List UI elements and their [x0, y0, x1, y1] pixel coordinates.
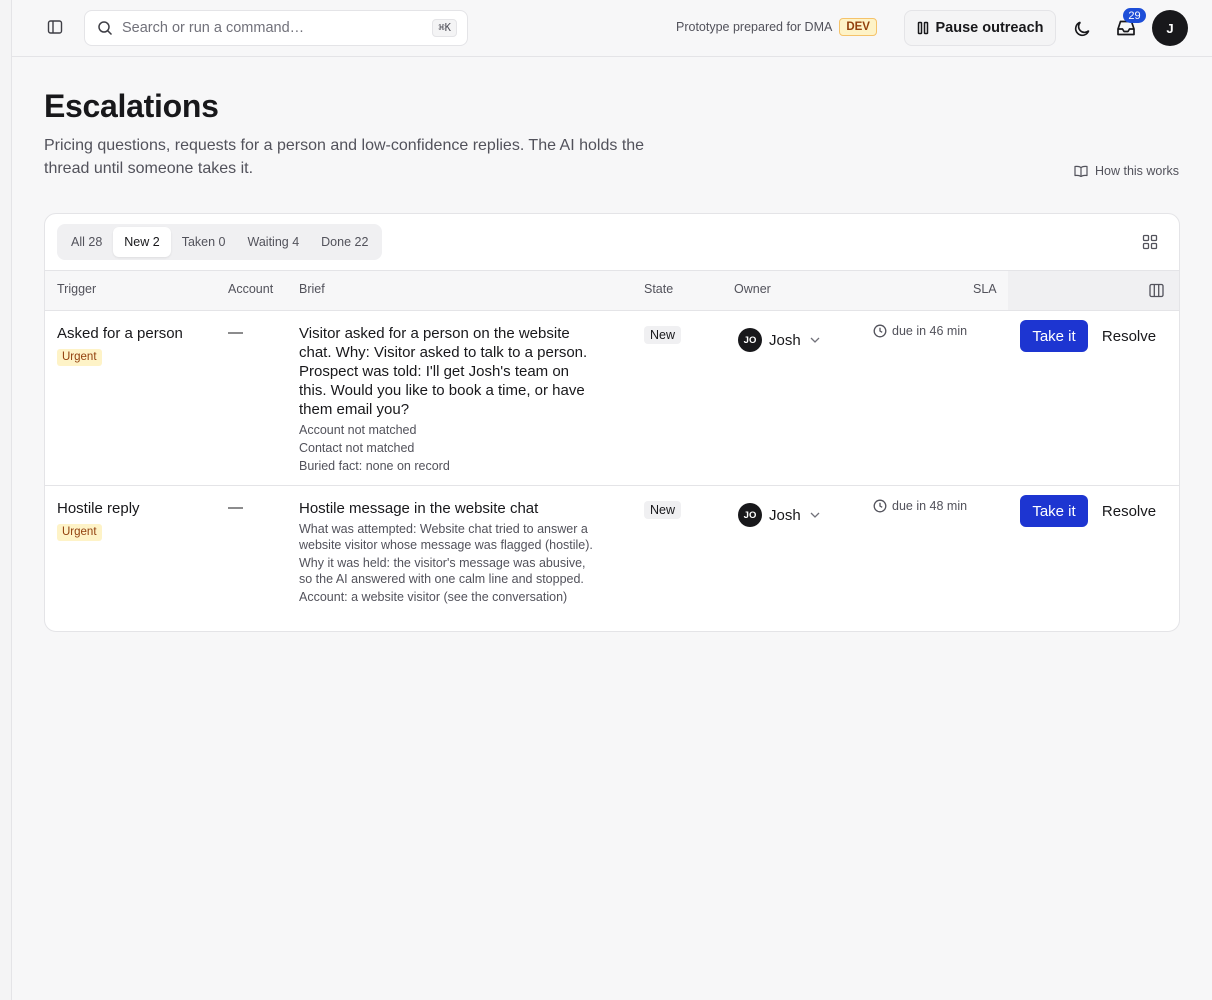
- left-rail: [0, 0, 12, 1000]
- pause-outreach-button[interactable]: Pause outreach: [904, 10, 1056, 46]
- row-sla: due in 48 min: [873, 499, 967, 513]
- how-this-works-link[interactable]: How this works: [1074, 164, 1179, 178]
- search-input[interactable]: [122, 20, 433, 36]
- urgent-badge: Urgent: [57, 349, 102, 366]
- row-trigger: Asked for a person Urgent: [57, 324, 197, 366]
- tab-all[interactable]: All 28: [60, 227, 113, 257]
- tab-taken[interactable]: Taken 0: [171, 227, 237, 257]
- escalations-card: All 28 New 2 Taken 0 Waiting 4 Done 22 T…: [44, 213, 1180, 632]
- brief-detail: Contact not matched: [299, 441, 415, 455]
- trigger-text: Hostile reply: [57, 500, 140, 517]
- sla-text: due in 46 min: [892, 324, 968, 338]
- brief-detail: Why it was held: the visitor's message w…: [299, 556, 586, 586]
- state-badge: New: [644, 326, 682, 344]
- search-shortcut: ⌘K: [432, 19, 457, 37]
- how-this-works-label: How this works: [1095, 164, 1180, 178]
- tab-done[interactable]: Done 22: [310, 227, 379, 257]
- owner-select[interactable]: JO Josh: [738, 503, 820, 527]
- clock-icon: [873, 499, 887, 513]
- page-subtitle: Pricing questions, requests for a person…: [44, 137, 645, 177]
- urgent-badge: Urgent: [57, 524, 102, 541]
- state-badge: New: [644, 501, 682, 519]
- inbox-count-badge: 29: [1123, 8, 1146, 23]
- prototype-note: Prototype prepared for DMA DEV: [676, 18, 877, 36]
- brief-text: Visitor asked for a person on the websit…: [299, 325, 588, 418]
- owner-avatar: JO: [738, 328, 762, 352]
- status-tabs: All 28 New 2 Taken 0 Waiting 4 Done 22: [57, 224, 383, 260]
- clock-icon: [873, 324, 887, 338]
- moon-icon[interactable]: [1070, 16, 1094, 40]
- user-avatar[interactable]: J: [1152, 10, 1188, 46]
- table-row: Asked for a person Urgent — Visitor aske…: [45, 311, 1179, 486]
- columns-icon[interactable]: [1149, 283, 1166, 300]
- brief-detail: Buried fact: none on record: [299, 459, 450, 473]
- search-icon: [97, 20, 113, 36]
- tab-waiting[interactable]: Waiting 4: [237, 227, 311, 257]
- owner-name: Josh: [769, 506, 801, 524]
- resolve-button[interactable]: Resolve: [1097, 495, 1161, 527]
- row-brief: Visitor asked for a person on the websit…: [299, 324, 595, 474]
- sidebar-toggle-icon[interactable]: [44, 16, 66, 38]
- header-brief: Brief: [299, 282, 325, 296]
- header-trigger: Trigger: [57, 282, 97, 296]
- topbar: ⌘K Prototype prepared for DMA DEV Pause …: [12, 0, 1212, 57]
- pause-icon: [917, 21, 929, 35]
- table-row: Hostile reply Urgent — Hostile message i…: [45, 486, 1179, 631]
- resolve-button[interactable]: Resolve: [1097, 320, 1161, 352]
- owner-select[interactable]: JO Josh: [738, 328, 820, 352]
- book-icon: [1074, 165, 1088, 177]
- take-it-button[interactable]: Take it: [1020, 320, 1088, 352]
- prototype-note-text: Prototype prepared for DMA: [676, 20, 833, 34]
- header-owner: Owner: [734, 282, 771, 296]
- env-badge: DEV: [839, 18, 877, 36]
- grid-view-icon[interactable]: [1142, 234, 1160, 252]
- take-it-button[interactable]: Take it: [1020, 495, 1088, 527]
- page-title: Escalations: [44, 88, 219, 124]
- trigger-text: Asked for a person: [57, 325, 183, 342]
- chevron-down-icon: [810, 512, 820, 518]
- row-trigger: Hostile reply Urgent: [57, 499, 197, 541]
- brief-detail: Account: a website visitor (see the conv…: [299, 590, 568, 604]
- header-state: State: [644, 282, 674, 296]
- table-header: Trigger Account Brief State Owner SLA: [45, 270, 1179, 311]
- row-account: —: [228, 499, 243, 516]
- tab-new[interactable]: New 2: [113, 227, 171, 257]
- row-sla: due in 46 min: [873, 324, 967, 338]
- row-brief: Hostile message in the website chat What…: [299, 499, 595, 605]
- sla-text: due in 48 min: [892, 499, 968, 513]
- owner-name: Josh: [769, 331, 801, 349]
- header-account: Account: [228, 282, 274, 296]
- chevron-down-icon: [810, 337, 820, 343]
- search-box[interactable]: ⌘K: [84, 10, 468, 46]
- brief-detail: Account not matched: [299, 423, 417, 437]
- pause-outreach-label: Pause outreach: [935, 20, 1044, 36]
- owner-avatar: JO: [738, 503, 762, 527]
- brief-detail: What was attempted: Website chat tried t…: [299, 522, 593, 552]
- row-account: —: [228, 324, 243, 341]
- brief-text: Hostile message in the website chat: [299, 500, 539, 517]
- header-sla: SLA: [973, 282, 997, 296]
